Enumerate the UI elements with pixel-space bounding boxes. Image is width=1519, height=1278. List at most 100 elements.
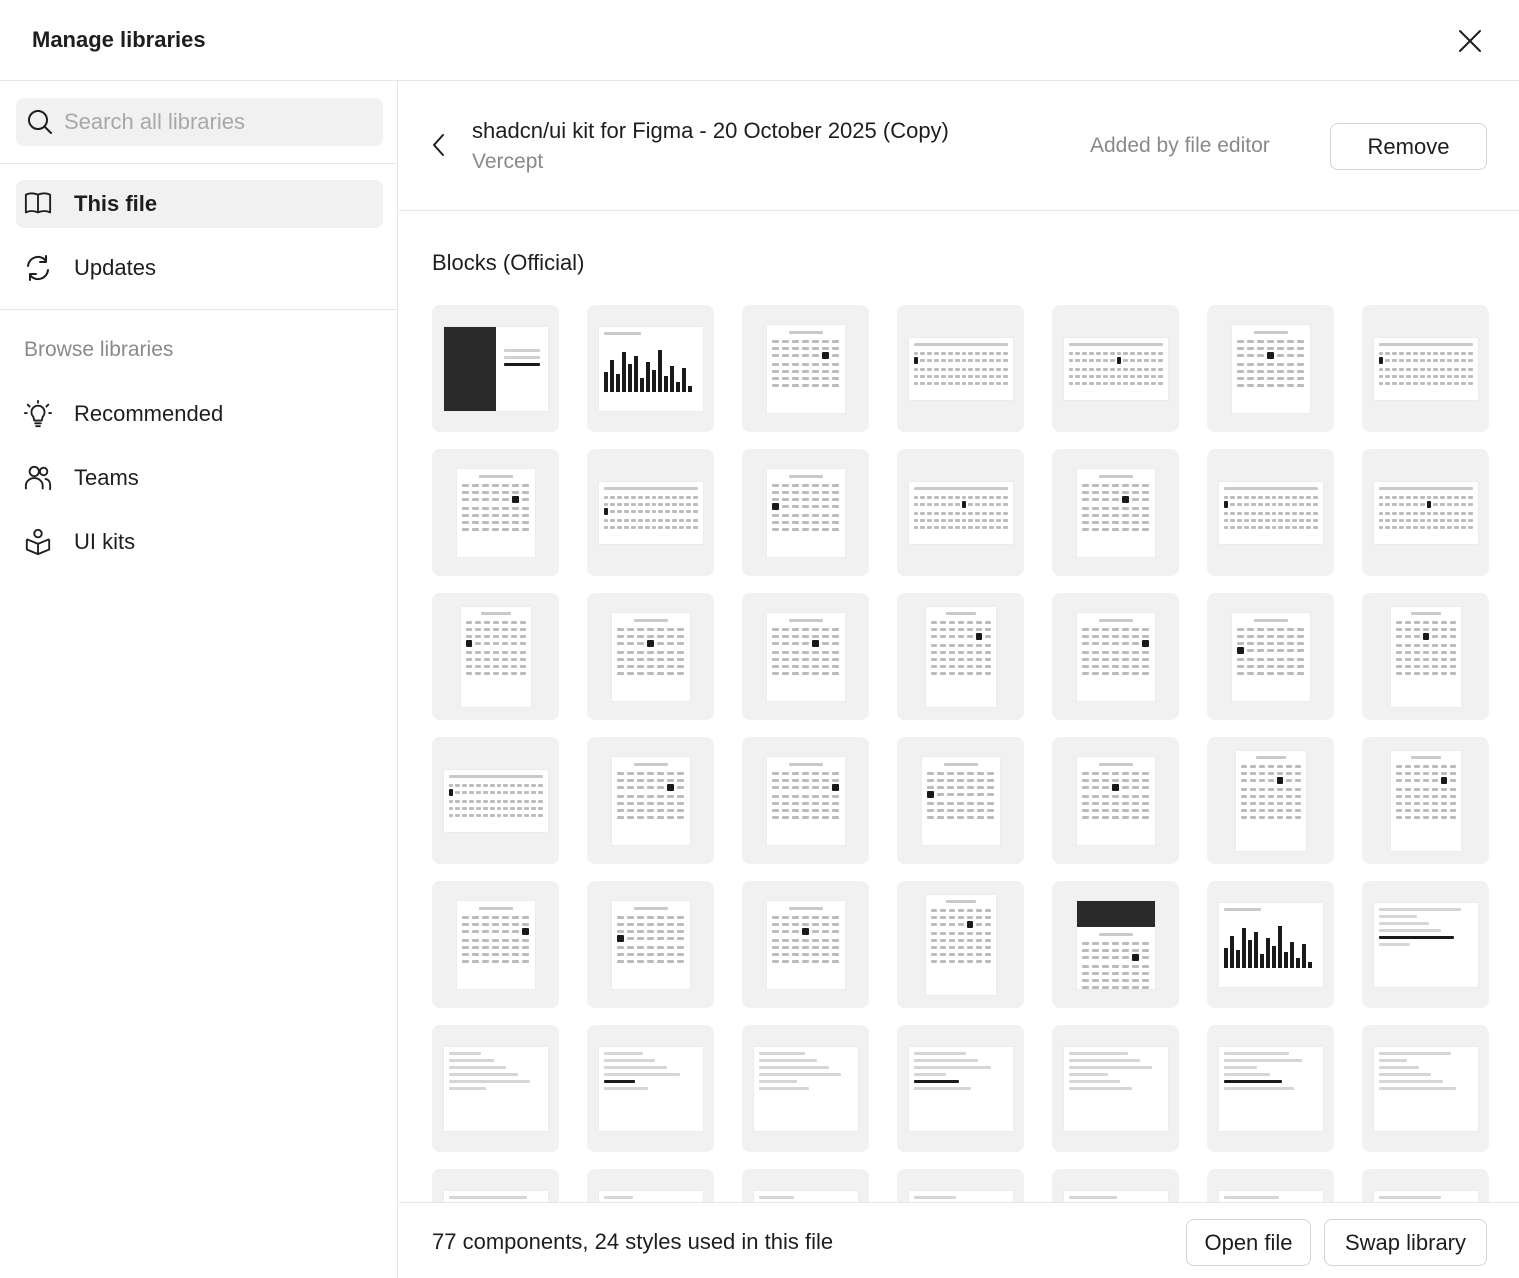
component-tile[interactable] <box>587 1169 714 1202</box>
component-thumbnail <box>1076 900 1155 989</box>
divider <box>0 309 398 310</box>
component-tile[interactable] <box>432 305 559 432</box>
component-tile[interactable] <box>432 1025 559 1152</box>
component-thumbnail <box>766 756 845 845</box>
sidebar-item-this-file[interactable]: This file <box>16 180 383 228</box>
component-tile[interactable] <box>897 449 1024 576</box>
sidebar-item-teams[interactable]: Teams <box>16 454 383 502</box>
component-thumbnail <box>611 900 690 989</box>
component-tile[interactable] <box>587 737 714 864</box>
component-tile[interactable] <box>742 881 869 1008</box>
component-thumbnail <box>443 326 548 411</box>
component-thumbnail <box>925 894 996 995</box>
component-tile[interactable] <box>742 305 869 432</box>
component-thumbnail <box>766 324 845 413</box>
component-tile[interactable] <box>1207 449 1334 576</box>
component-tile[interactable] <box>897 1169 1024 1202</box>
component-tile[interactable] <box>587 881 714 1008</box>
component-tile[interactable] <box>742 1169 869 1202</box>
search-box[interactable] <box>16 98 383 146</box>
component-thumbnail <box>1390 750 1461 851</box>
component-tile[interactable] <box>897 881 1024 1008</box>
component-thumbnail <box>1373 1046 1478 1131</box>
component-tile[interactable] <box>1362 305 1489 432</box>
sidebar-item-updates[interactable]: Updates <box>16 244 383 292</box>
component-grid <box>432 305 1489 1202</box>
component-tile[interactable] <box>1052 1169 1179 1202</box>
component-tile[interactable] <box>1362 1025 1489 1152</box>
component-tile[interactable] <box>1207 1169 1334 1202</box>
component-tile[interactable] <box>1207 305 1334 432</box>
component-tile[interactable] <box>742 449 869 576</box>
component-tile[interactable] <box>432 593 559 720</box>
search-input[interactable] <box>64 109 364 135</box>
close-button[interactable] <box>1451 22 1489 60</box>
component-thumbnail <box>1218 902 1323 987</box>
component-tile[interactable] <box>1207 737 1334 864</box>
component-thumbnail <box>443 769 548 832</box>
component-tile[interactable] <box>1052 305 1179 432</box>
component-thumbnail <box>1231 612 1310 701</box>
component-tile[interactable] <box>1207 1025 1334 1152</box>
component-tile[interactable] <box>1052 449 1179 576</box>
component-tile[interactable] <box>587 305 714 432</box>
component-tile[interactable] <box>1362 881 1489 1008</box>
sidebar-item-recommended[interactable]: Recommended <box>16 390 383 438</box>
component-thumbnail <box>611 612 690 701</box>
component-tile[interactable] <box>432 737 559 864</box>
component-thumbnail <box>443 1190 548 1202</box>
open-file-button[interactable]: Open file <box>1186 1219 1311 1266</box>
sidebar-item-label: This file <box>74 191 158 216</box>
library-detail: shadcn/ui kit for Figma - 20 October 202… <box>399 81 1519 1278</box>
component-thumbnail <box>1390 606 1461 707</box>
component-tile[interactable] <box>742 737 869 864</box>
component-tile[interactable] <box>1207 593 1334 720</box>
component-tile[interactable] <box>432 1169 559 1202</box>
remove-button[interactable]: Remove <box>1330 123 1487 170</box>
component-tile[interactable] <box>432 881 559 1008</box>
component-tile[interactable] <box>1362 449 1489 576</box>
component-thumbnail <box>1076 468 1155 557</box>
component-tile[interactable] <box>587 593 714 720</box>
component-tile[interactable] <box>1362 737 1489 864</box>
component-thumbnail <box>598 481 703 544</box>
component-thumbnail <box>1218 1190 1323 1202</box>
component-tile[interactable] <box>1362 593 1489 720</box>
component-thumbnail <box>598 1046 703 1131</box>
component-thumbnail <box>456 468 535 557</box>
component-thumbnail <box>1373 337 1478 400</box>
component-thumbnail <box>908 481 1013 544</box>
component-thumbnail <box>908 1190 1013 1202</box>
component-thumbnail <box>753 1046 858 1131</box>
section-title: Blocks (Official) <box>432 250 585 275</box>
component-tile[interactable] <box>587 449 714 576</box>
chevron-left-icon <box>433 134 444 156</box>
component-thumbnail <box>598 326 703 411</box>
library-author: Vercept <box>472 150 544 173</box>
component-tile[interactable] <box>587 1025 714 1152</box>
component-tile[interactable] <box>1052 737 1179 864</box>
component-tile[interactable] <box>1207 881 1334 1008</box>
added-by-label: Added by file editor <box>1090 134 1270 157</box>
component-tile[interactable] <box>897 1025 1024 1152</box>
component-tile[interactable] <box>742 593 869 720</box>
component-tile[interactable] <box>1052 593 1179 720</box>
sidebar-item-label: Recommended <box>74 401 224 426</box>
library-header: shadcn/ui kit for Figma - 20 October 202… <box>399 81 1519 211</box>
component-tile[interactable] <box>1052 1025 1179 1152</box>
component-tile[interactable] <box>897 593 1024 720</box>
component-tile[interactable] <box>897 305 1024 432</box>
component-thumbnail <box>1218 481 1323 544</box>
component-tile[interactable] <box>432 449 559 576</box>
refresh-icon <box>24 254 52 282</box>
sidebar-item-ui-kits[interactable]: UI kits <box>16 518 383 566</box>
book-icon <box>24 190 52 218</box>
component-tile[interactable] <box>1362 1169 1489 1202</box>
package-icon <box>24 528 52 556</box>
component-tile[interactable] <box>1052 881 1179 1008</box>
back-button[interactable] <box>425 131 453 159</box>
component-thumbnail <box>753 1190 858 1202</box>
swap-library-button[interactable]: Swap library <box>1324 1219 1487 1266</box>
component-tile[interactable] <box>897 737 1024 864</box>
component-tile[interactable] <box>742 1025 869 1152</box>
